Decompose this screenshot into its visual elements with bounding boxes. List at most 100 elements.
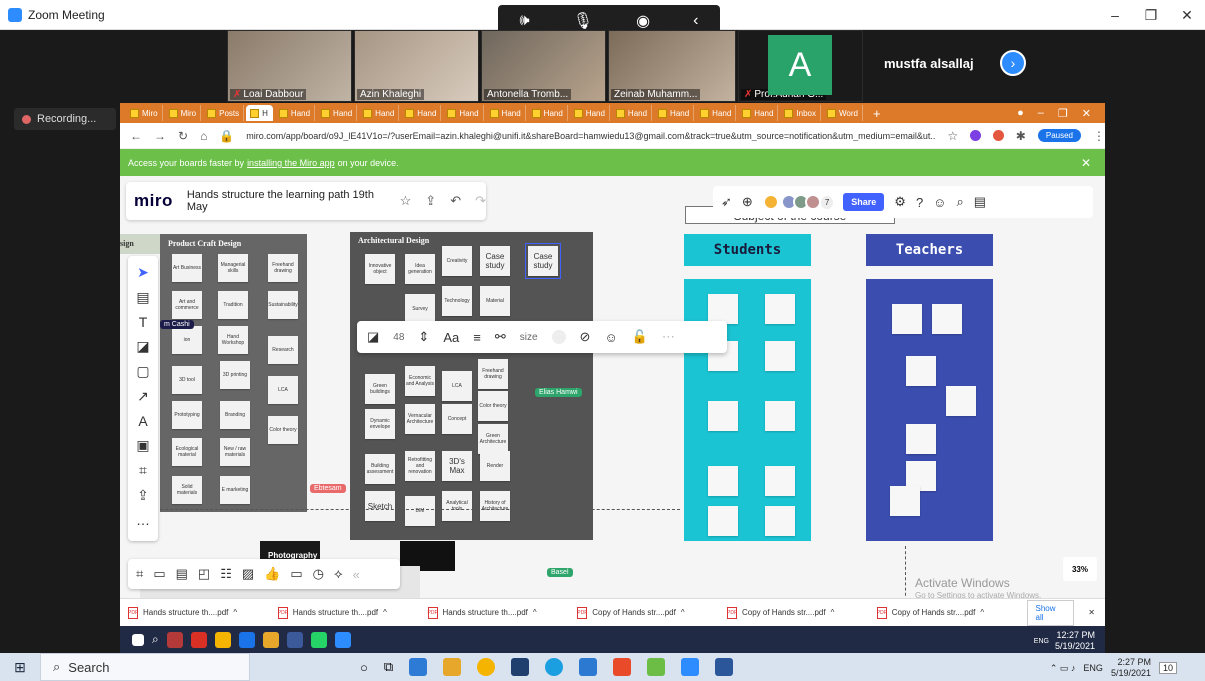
sticky-note[interactable]: E marketing: [220, 476, 250, 504]
download-item[interactable]: PDF Hands structure th....pdf ^: [427, 606, 574, 619]
settings-icon[interactable]: ⚙: [894, 194, 906, 210]
select-icon[interactable]: ➤: [137, 264, 149, 281]
browser-tab[interactable]: Hand: [359, 105, 400, 121]
language-indicator[interactable]: ENG: [1034, 638, 1049, 645]
reaction-icon[interactable]: ☺: [933, 195, 946, 210]
show-all-button[interactable]: Show all: [1026, 599, 1075, 626]
browser-tab[interactable]: Miro: [126, 105, 163, 121]
chevron-up-icon[interactable]: ^: [831, 608, 835, 617]
url-input[interactable]: miro.com/app/board/o9J_lE41V1o=/?userEma…: [246, 131, 935, 141]
participant-tile[interactable]: Zeinab Muhamm...: [608, 30, 736, 102]
download-item[interactable]: PDF Hands structure th....pdf ^: [128, 606, 274, 619]
recording-indicator[interactable]: Recording...: [14, 108, 116, 130]
align-icon[interactable]: ≡: [473, 330, 481, 345]
download-item[interactable]: PDF Copy of Hands str....pdf ^: [577, 606, 723, 619]
back-icon[interactable]: ←: [130, 129, 142, 143]
sticky-note[interactable]: [906, 356, 936, 386]
sticky-note[interactable]: Creativity: [442, 246, 472, 276]
chrome-icon[interactable]: [214, 631, 231, 648]
browser-tab[interactable]: Hand: [317, 105, 358, 121]
frame-icon[interactable]: ⌗: [139, 462, 147, 479]
link-icon[interactable]: ⚯: [495, 329, 506, 345]
sticky-note[interactable]: Retrofitting and renovation: [405, 451, 435, 481]
pen-icon[interactable]: A: [138, 413, 147, 429]
templates-icon[interactable]: ▤: [136, 289, 149, 306]
acrobat-icon[interactable]: [166, 631, 183, 648]
avatar[interactable]: [804, 194, 821, 210]
sticky-note[interactable]: Building assessment: [365, 454, 395, 484]
sticky-note[interactable]: Color theory: [478, 391, 508, 421]
sticky-note[interactable]: Tradition: [218, 291, 248, 319]
font-size-value[interactable]: 48: [393, 332, 404, 343]
present-icon[interactable]: ▭: [290, 566, 302, 582]
more-tools-icon[interactable]: …: [136, 512, 150, 528]
chevron-up-icon[interactable]: ^: [233, 608, 237, 617]
chevron-up-icon[interactable]: ^: [681, 608, 685, 617]
text-icon[interactable]: T: [139, 314, 148, 330]
sticky-note[interactable]: LCA: [442, 371, 472, 401]
chevron-up-icon[interactable]: ^: [980, 608, 984, 617]
sticky-note[interactable]: Case study: [525, 243, 561, 279]
zoom-plus-icon[interactable]: ⊕: [742, 194, 753, 210]
folder-icon[interactable]: [262, 631, 279, 648]
sticky-note[interactable]: Ecological material: [172, 438, 202, 466]
photoshop-icon[interactable]: [238, 631, 255, 648]
profile-icon[interactable]: ●: [1017, 107, 1024, 120]
sticky-note[interactable]: [708, 466, 738, 496]
undo-icon[interactable]: ↶: [450, 193, 461, 209]
avatar[interactable]: [762, 194, 779, 210]
chat-icon[interactable]: ▤: [176, 566, 188, 582]
minimize-button[interactable]: –: [1097, 0, 1133, 30]
chevron-up-icon[interactable]: ^: [533, 608, 537, 617]
sticky-note[interactable]: History of Architecture: [480, 491, 510, 521]
notes-icon[interactable]: ▤: [974, 194, 986, 210]
app-icon[interactable]: [286, 631, 303, 648]
home-icon[interactable]: ⌂: [200, 129, 207, 143]
note-shape-icon[interactable]: ◪: [367, 329, 379, 345]
font-label[interactable]: Aa: [443, 330, 459, 345]
tag-icon[interactable]: ⊘: [580, 329, 591, 345]
sticky-note[interactable]: Color theory: [268, 416, 298, 444]
size-label[interactable]: size: [520, 332, 538, 343]
sticky-note[interactable]: Material: [480, 286, 510, 316]
sticky-note[interactable]: New / raw materials: [220, 438, 250, 466]
browser-tab[interactable]: Hand: [486, 105, 526, 121]
browser-tab[interactable]: Miro: [165, 105, 202, 121]
photoshop-icon[interactable]: [511, 658, 530, 676]
browser-tab[interactable]: Hand: [275, 105, 316, 121]
sticky-note[interactable]: [932, 304, 962, 334]
voting-icon[interactable]: ⟡: [334, 566, 343, 582]
sticky-note[interactable]: Dynamic envelope: [365, 409, 395, 439]
sticky-note[interactable]: LCA: [268, 376, 298, 404]
maximize-icon[interactable]: ❐: [1058, 107, 1068, 120]
star-icon[interactable]: ☆: [947, 129, 958, 143]
sticky-note[interactable]: [708, 294, 738, 324]
miro-logo[interactable]: miro: [134, 191, 173, 211]
sticky-note[interactable]: [765, 401, 795, 431]
sticky-note[interactable]: [906, 424, 936, 454]
sticky-note[interactable]: Prototyping: [172, 401, 202, 429]
sticky-note[interactable]: Innovative object: [365, 254, 395, 284]
like-icon[interactable]: 👍: [264, 566, 280, 582]
office-icon[interactable]: [613, 658, 632, 676]
zoom-level[interactable]: 33%: [1063, 557, 1097, 581]
miro-canvas[interactable]: sign Product Craft Design Architectural …: [120, 176, 1105, 601]
sticky-note[interactable]: Art and commerce: [172, 291, 202, 319]
sticky-note[interactable]: Technology: [442, 286, 472, 316]
close-icon[interactable]: ✕: [1078, 608, 1105, 617]
browser-tab[interactable]: Inbox: [780, 105, 821, 121]
sync-paused-button[interactable]: Paused: [1037, 129, 1081, 142]
color-swatch[interactable]: [551, 330, 566, 344]
sticky-note[interactable]: [890, 486, 920, 516]
participant-tile[interactable]: ✗ Loai Dabbour: [227, 30, 352, 102]
browser-tab[interactable]: Hand: [696, 105, 737, 121]
chrome-icon[interactable]: [477, 658, 496, 676]
sticky-note[interactable]: [765, 506, 795, 536]
menu-icon[interactable]: ⋮: [1093, 129, 1105, 143]
line-icon[interactable]: ↗: [137, 388, 149, 405]
close-button[interactable]: ✕: [1169, 0, 1205, 30]
tray-icons[interactable]: ⌃ ▭ ♪: [1050, 663, 1076, 674]
outlook-icon[interactable]: [409, 658, 428, 676]
students-header[interactable]: Students: [684, 234, 811, 266]
next-page-arrow-icon[interactable]: ›: [1000, 50, 1026, 76]
